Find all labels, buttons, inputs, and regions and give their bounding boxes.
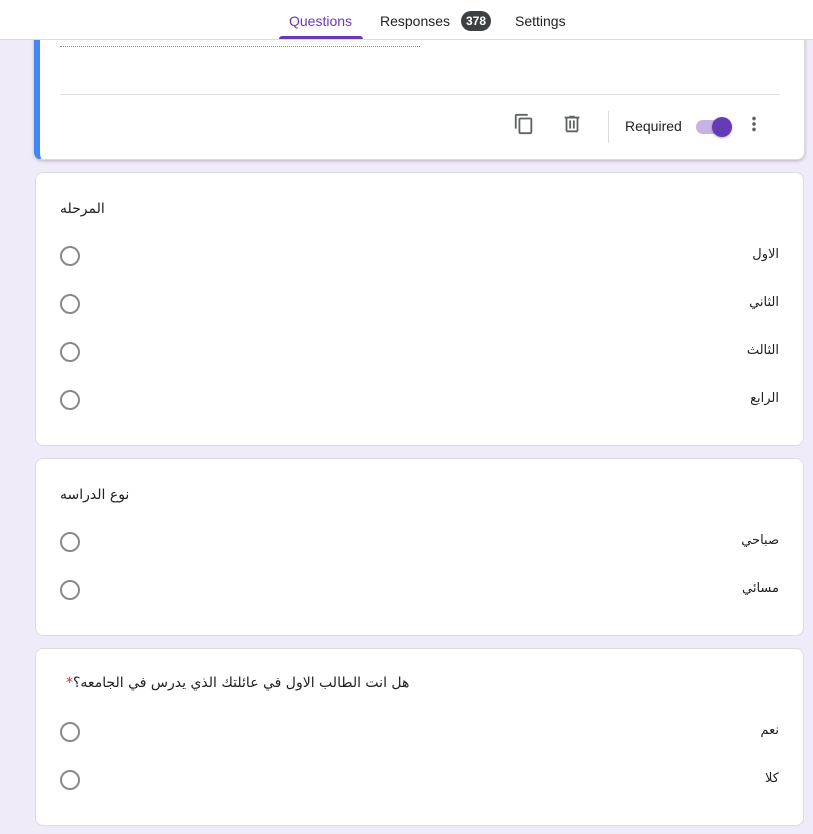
option-row[interactable]: صباحي: [36, 528, 803, 558]
copy-icon: [513, 113, 535, 139]
question-title-text: هل انت الطالب الاول في عائلتك الذي يدرس …: [73, 675, 410, 691]
radio-button[interactable]: [60, 294, 80, 314]
radio-button[interactable]: [60, 342, 80, 362]
delete-button[interactable]: [556, 110, 588, 142]
option-label: الرابع: [750, 391, 779, 406]
option-label: الاول: [752, 247, 779, 262]
responses-count-badge: 378: [461, 11, 491, 31]
question-title: المرحله: [60, 201, 105, 217]
tab-responses-label: Responses: [380, 13, 451, 29]
tab-settings[interactable]: Settings: [515, 0, 566, 39]
more-options-button[interactable]: [738, 110, 770, 142]
option-row[interactable]: مسائي: [36, 576, 803, 606]
question-card-first-student[interactable]: هل انت الطالب الاول في عائلتك الذي يدرس …: [35, 648, 804, 826]
toggle-thumb: [712, 117, 732, 137]
question-input-underline: [60, 46, 420, 47]
tab-questions[interactable]: Questions: [279, 0, 364, 39]
option-label: الثاني: [749, 295, 779, 310]
question-title-text: المرحله: [60, 201, 105, 217]
question-card-study-type[interactable]: نوع الدراسه صباحي مسائي: [35, 458, 804, 636]
tab-questions-label: Questions: [289, 13, 353, 29]
radio-button[interactable]: [60, 770, 80, 790]
option-label: صباحي: [741, 533, 779, 548]
question-card-stage[interactable]: المرحله الاول الثاني الثالث الرابع: [35, 172, 804, 446]
option-label: كلا: [765, 771, 779, 786]
radio-button[interactable]: [60, 722, 80, 742]
option-row[interactable]: الاول: [36, 242, 803, 272]
active-question-card[interactable]: Required: [34, 22, 805, 160]
form-editor-tabs: Questions Responses 378 Settings: [0, 0, 813, 40]
option-label: مسائي: [742, 581, 779, 596]
footer-vertical-divider: [608, 111, 609, 143]
delete-icon: [561, 113, 583, 139]
option-row[interactable]: كلا: [36, 766, 803, 796]
option-row[interactable]: الثالث: [36, 338, 803, 368]
question-title-text: نوع الدراسه: [60, 487, 130, 503]
option-row[interactable]: نعم: [36, 718, 803, 748]
required-asterisk: *: [66, 675, 73, 691]
option-row[interactable]: الثاني: [36, 290, 803, 320]
radio-button[interactable]: [60, 580, 80, 600]
card-footer-divider: [60, 94, 780, 95]
tab-settings-label: Settings: [515, 13, 566, 29]
option-label: الثالث: [746, 343, 779, 358]
question-title: نوع الدراسه: [60, 487, 129, 503]
option-row[interactable]: الرابع: [36, 386, 803, 416]
radio-button[interactable]: [60, 246, 80, 266]
radio-button[interactable]: [60, 390, 80, 410]
option-label: نعم: [760, 723, 779, 738]
radio-button[interactable]: [60, 532, 80, 552]
question-title: هل انت الطالب الاول في عائلتك الذي يدرس …: [60, 675, 409, 691]
more-vert-icon: [743, 113, 765, 139]
required-label: Required: [625, 118, 682, 134]
active-tab-indicator: [279, 36, 364, 39]
required-toggle[interactable]: [694, 115, 734, 139]
tab-responses[interactable]: Responses: [380, 0, 450, 39]
duplicate-button[interactable]: [508, 110, 540, 142]
